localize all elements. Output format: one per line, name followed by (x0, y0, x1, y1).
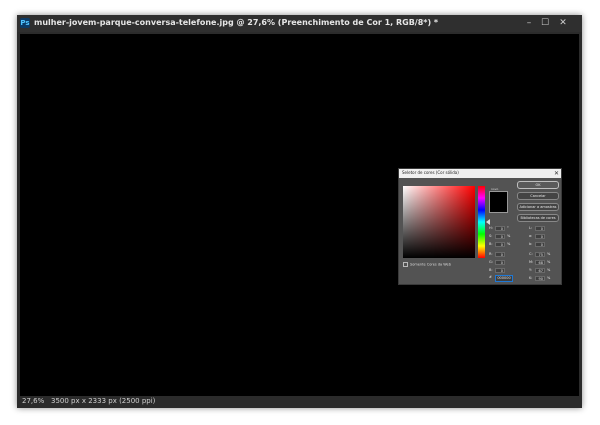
field-unit: % (507, 234, 511, 238)
lab-a-input[interactable]: 0 (535, 234, 545, 239)
field-unit: % (547, 252, 551, 256)
lab-b-input[interactable]: 0 (535, 242, 545, 247)
field-row-g: G: 0 (489, 260, 513, 265)
hex-row: # 000000 (489, 275, 513, 282)
field-row-b: B: 0 % (489, 242, 513, 247)
new-color-swatch (489, 191, 508, 213)
lab-l-input[interactable]: 0 (535, 226, 545, 231)
red-input[interactable]: 0 (495, 252, 505, 257)
green-input[interactable]: 0 (495, 260, 505, 265)
only-web-colors-label: Somente Cores da Web (410, 262, 451, 267)
add-to-swatches-button[interactable]: Adicionar a amostras (517, 203, 559, 211)
field-label: H: (489, 226, 493, 230)
field-label: C: (529, 252, 533, 256)
hue-slider[interactable] (478, 186, 485, 258)
field-label: Y: (529, 268, 532, 272)
field-label: B: (489, 268, 493, 272)
hex-input[interactable]: 000000 (495, 275, 513, 282)
only-web-colors-checkbox[interactable]: Somente Cores da Web (403, 262, 451, 267)
field-unit: ° (507, 226, 509, 230)
field-row-k: K: 90 % (529, 276, 557, 281)
field-row-l: L: 0 (529, 226, 557, 231)
field-label: B: (489, 242, 493, 246)
cyan-input[interactable]: 75 (535, 252, 545, 257)
brightness-input[interactable]: 0 (495, 242, 505, 247)
dialog-title: Seletor de cores (Cor sólida) (402, 170, 459, 175)
hue-input[interactable]: 0 (495, 226, 505, 231)
checkbox-icon[interactable] (403, 262, 408, 267)
field-unit: % (547, 268, 551, 272)
field-unit: % (547, 276, 551, 280)
field-row-a: a: 0 (529, 234, 557, 239)
hex-label: # (489, 275, 492, 279)
status-bar: 27,6% 3500 px x 2333 px (2500 ppi) (20, 397, 579, 407)
yellow-input[interactable]: 67 (535, 268, 545, 273)
field-unit: % (547, 260, 551, 264)
field-label: G: (489, 260, 493, 264)
dialog-close-icon[interactable]: ✕ (554, 169, 559, 178)
zoom-level[interactable]: 27,6% (22, 397, 44, 405)
saturation-input[interactable]: 0 (495, 234, 505, 239)
field-label: a: (529, 234, 533, 238)
close-button[interactable]: ✕ (557, 17, 569, 29)
color-field[interactable] (403, 186, 475, 258)
cancel-button[interactable]: Cancelar (517, 192, 559, 200)
document-info: 3500 px x 2333 px (2500 ppi) (51, 397, 156, 405)
minimize-button[interactable]: – (523, 17, 535, 29)
magenta-input[interactable]: 68 (535, 260, 545, 265)
dialog-title-bar[interactable]: Seletor de cores (Cor sólida) ✕ (399, 169, 561, 178)
hue-slider-arrow-icon[interactable] (486, 219, 490, 225)
black-input[interactable]: 90 (535, 276, 545, 281)
maximize-button[interactable]: ☐ (539, 17, 551, 29)
field-label: M: (529, 260, 534, 264)
title-bar[interactable]: Ps mulher-jovem-parque-conversa-telefone… (17, 15, 582, 32)
field-unit: % (507, 242, 511, 246)
field-label: R: (489, 252, 493, 256)
field-row-m: M: 68 % (529, 260, 557, 265)
field-label: L: (529, 226, 533, 230)
field-label: S: (489, 234, 493, 238)
field-row-s: S: 0 % (489, 234, 513, 239)
color-libraries-button[interactable]: Bibliotecas de cores (517, 214, 559, 222)
field-row-r: R: 0 (489, 252, 513, 257)
document-title: mulher-jovem-parque-conversa-telefone.jp… (34, 18, 439, 27)
photoshop-icon: Ps (20, 18, 30, 28)
field-row-lab-b: b: 0 (529, 242, 557, 247)
ok-button[interactable]: OK (517, 181, 559, 189)
field-row-c: C: 75 % (529, 252, 557, 257)
field-row-y: Y: 67 % (529, 268, 557, 273)
color-picker-dialog: Seletor de cores (Cor sólida) ✕ novo OK … (398, 168, 562, 285)
field-label: K: (529, 276, 533, 280)
blue-input[interactable]: 0 (495, 268, 505, 273)
field-row-h: H: 0 ° (489, 226, 513, 231)
field-label: b: (529, 242, 533, 246)
field-row-blue: B: 0 (489, 268, 513, 273)
